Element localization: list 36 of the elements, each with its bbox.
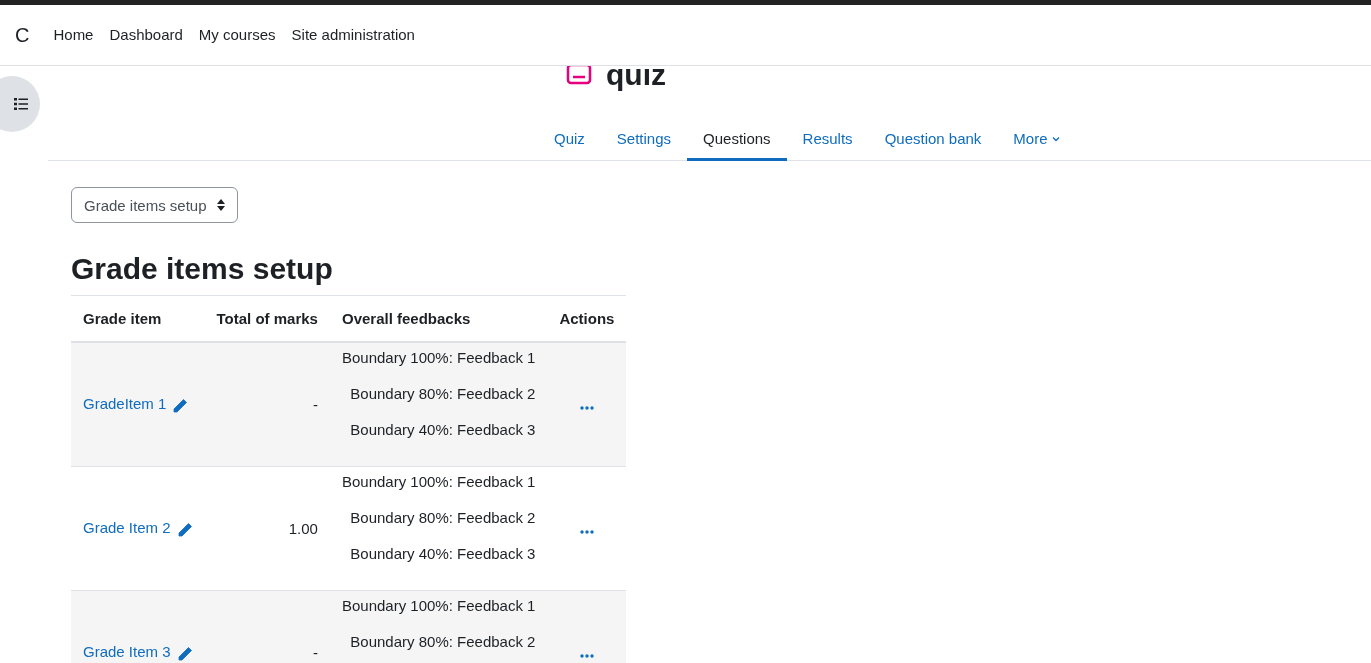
feedback-text: Boundary 100%: Feedback 1	[341, 473, 536, 490]
feedback-text: Boundary 40%: Feedback 3	[350, 421, 536, 438]
total-marks-cell: -	[204, 342, 330, 467]
caret-icon	[1051, 135, 1060, 142]
grade-item-link[interactable]: Grade Item 2	[83, 519, 171, 537]
sort-caret-icon	[216, 199, 225, 211]
nav-tab[interactable]: Settings	[600, 119, 688, 161]
nav-tab[interactable]: Questions	[687, 119, 787, 161]
edit-pencil-icon[interactable]	[172, 397, 189, 414]
feedback-text: Boundary 100%: Feedback 1	[341, 349, 536, 366]
edit-pencil-icon[interactable]	[176, 645, 193, 662]
site-logo[interactable]: C	[15, 23, 30, 47]
feedback-text: Boundary 100%: Feedback 1	[341, 597, 536, 614]
feedback-text: Boundary 40%: Feedback 3	[350, 545, 536, 562]
nav-link[interactable]: Dashboard	[109, 26, 183, 43]
feedback-text: Boundary 80%: Feedback 2	[350, 385, 536, 402]
edit-pencil-icon[interactable]	[176, 521, 193, 538]
section-heading: Grade items setup	[71, 251, 334, 287]
nav-tab[interactable]: Quiz	[538, 119, 601, 161]
grade-item-link[interactable]: Grade Item 3	[83, 643, 171, 661]
nav-link[interactable]: My courses	[198, 26, 276, 43]
nav-tab[interactable]: Results	[786, 119, 869, 161]
quiz-icon	[566, 66, 592, 85]
drawer-toggle-button[interactable]	[0, 76, 40, 132]
nav-tab[interactable]: Question bank	[868, 119, 998, 161]
nav-tab[interactable]: More	[997, 119, 1076, 161]
list-icon	[14, 98, 28, 110]
total-marks-cell: 1.00	[204, 466, 330, 591]
grade-item-link[interactable]: GradeItem 1	[83, 395, 167, 413]
feedback-text: Boundary 80%: Feedback 2	[350, 633, 536, 650]
page-title: quiz	[606, 66, 666, 93]
total-marks-cell: -	[204, 590, 330, 663]
nav-link[interactable]: Site administration	[291, 26, 415, 43]
nav-link[interactable]: Home	[53, 26, 94, 43]
view-select[interactable]: Grade items setup	[71, 187, 238, 223]
feedback-text: Boundary 80%: Feedback 2	[350, 509, 536, 526]
